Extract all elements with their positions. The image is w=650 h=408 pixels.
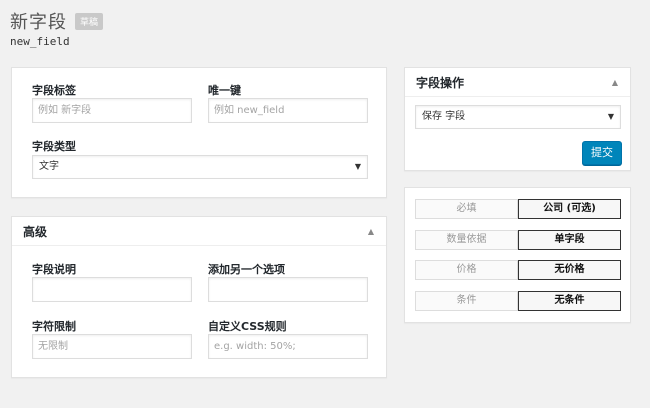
field-actions-panel: 字段操作 ▲ 保存 字段 ▼ 提交: [404, 67, 631, 171]
field-label-input[interactable]: [32, 98, 192, 123]
field-main-panel: 字段标签 唯一键 字段类型 文字 ▼: [11, 67, 387, 198]
field-actions-header[interactable]: 字段操作 ▲: [405, 68, 630, 97]
description-input[interactable]: [32, 277, 192, 302]
char-limit-label: 字符限制: [32, 320, 76, 333]
triangle-up-icon[interactable]: ▲: [612, 78, 618, 87]
field-label-label: 字段标签: [32, 84, 76, 97]
summary-value[interactable]: 无价格: [518, 260, 621, 280]
summary-value[interactable]: 无条件: [518, 291, 621, 311]
field-slug: new_field: [10, 35, 70, 48]
summary-panel: 必填 公司 (可选) 数量依据 单字段 价格 无价格 条件 无条件: [404, 187, 631, 323]
title-row: 新字段 草稿: [10, 8, 104, 34]
summary-key: 价格: [415, 260, 518, 280]
field-action-value: 保存 字段: [422, 111, 466, 122]
summary-row-quantity: 数量依据 单字段: [415, 230, 621, 250]
description-label: 字段说明: [32, 263, 76, 276]
advanced-panel: 高级 ▲ 字段说明 添加另一个选项 字符限制 自定义CSS规则: [11, 216, 387, 378]
status-badge: 草稿: [75, 12, 104, 30]
summary-row-condition: 条件 无条件: [415, 291, 621, 311]
field-actions-title: 字段操作: [416, 75, 465, 90]
triangle-down-icon: ▼: [354, 162, 361, 171]
summary-value[interactable]: 单字段: [518, 230, 621, 250]
custom-css-label: 自定义CSS规则: [208, 320, 287, 333]
unique-key-input[interactable]: [208, 98, 368, 123]
add-option-label: 添加另一个选项: [208, 263, 285, 276]
field-type-select[interactable]: 文字 ▼: [32, 155, 368, 179]
unique-key-label: 唯一键: [208, 84, 241, 97]
field-action-select[interactable]: 保存 字段 ▼: [415, 105, 621, 129]
triangle-up-icon[interactable]: ▲: [368, 227, 374, 236]
page-title: 新字段: [10, 12, 67, 33]
summary-row-required: 必填 公司 (可选): [415, 199, 621, 219]
summary-key: 必填: [415, 199, 518, 219]
submit-button[interactable]: 提交: [582, 141, 622, 165]
summary-key: 条件: [415, 291, 518, 311]
add-option-input[interactable]: [208, 277, 368, 302]
custom-css-input[interactable]: [208, 334, 368, 359]
triangle-down-icon: ▼: [607, 112, 614, 121]
field-type-label: 字段类型: [32, 140, 76, 153]
advanced-panel-header[interactable]: 高级 ▲: [12, 217, 386, 246]
summary-key: 数量依据: [415, 230, 518, 250]
field-type-value: 文字: [39, 161, 59, 172]
advanced-panel-title: 高级: [23, 224, 48, 239]
summary-value[interactable]: 公司 (可选): [518, 199, 621, 219]
summary-row-price: 价格 无价格: [415, 260, 621, 280]
char-limit-input[interactable]: [32, 334, 192, 359]
